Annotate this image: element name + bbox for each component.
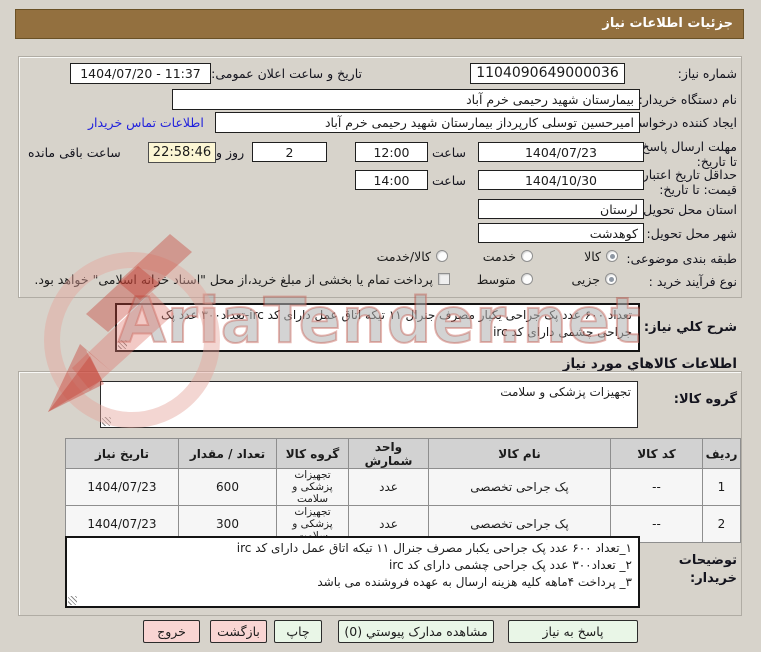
treasury-checkbox[interactable]: [438, 273, 450, 285]
radio-goods-service[interactable]: کالا/خدمت: [376, 248, 448, 264]
radio-partial[interactable]: جزیی: [571, 271, 617, 287]
back-button[interactable]: بازگشت: [210, 620, 267, 643]
goods-table-header-row: ردیف کد کالا نام کالا واحد شمارش گروه کا…: [65, 438, 741, 469]
note-line: ۳_ پرداخت ۴ماهه کلیه هزینه ارسال به عهده…: [317, 575, 632, 589]
delivery-province-label: استان محل تحویل:: [638, 202, 737, 217]
need-description-label: شرح کلي نیاز:: [643, 320, 737, 335]
cell-row-number: 1: [702, 468, 741, 506]
need-details-page: { "header": { "title": "جزئیات اطلاعات ن…: [0, 0, 761, 652]
validity-hour-label: ساعت: [432, 173, 467, 188]
goods-group-label: گروه کالا:: [673, 392, 737, 407]
table-row: 1 -- پک جراحی تخصصی عدد تجهیزات پزشکی و …: [65, 468, 741, 506]
radio-medium-icon[interactable]: [521, 273, 533, 285]
need-number-label: شماره نیاز:: [677, 66, 737, 81]
days-and-label: روز و: [216, 145, 245, 160]
classification-label: طبقه بندی موضوعی:: [626, 251, 737, 266]
radio-service-label: خدمت: [482, 248, 516, 264]
remaining-days-field[interactable]: 2: [252, 142, 327, 162]
need-description-textarea[interactable]: تعداد ۶۰۰ عدد پک جراحی یکبار مصرف جنرال …: [115, 303, 640, 352]
deadline-time-field[interactable]: 12:00: [355, 142, 428, 162]
col-quantity: تعداد / مقدار: [178, 438, 277, 469]
deadline-date-field[interactable]: 1404/07/23: [478, 142, 644, 162]
respond-to-need-button[interactable]: پاسخ به نیاز: [508, 620, 638, 643]
radio-partial-label: جزیی: [571, 271, 600, 287]
print-button[interactable]: چاپ: [274, 620, 322, 643]
treasury-checkbox-label: پرداخت تمام یا بخشی از مبلغ خرید،از محل …: [34, 271, 433, 287]
buyer-name-field[interactable]: بیمارستان شهید رحیمی خرم آباد: [172, 89, 640, 110]
deadline-hour-label: ساعت: [432, 145, 467, 160]
delivery-city-field[interactable]: کوهدشت: [478, 223, 644, 243]
page-title: جزئیات اطلاعات نیاز: [15, 9, 744, 39]
goods-group-textarea[interactable]: تجهیزات پزشکی و سلامت: [100, 381, 638, 428]
announce-datetime-field[interactable]: 1404/07/20 - 11:37: [70, 63, 211, 84]
radio-partial-icon[interactable]: [605, 273, 617, 285]
buyer-notes-textarea[interactable]: ۱_تعداد ۶۰۰ عدد پک جراحی یکبار مصرف جنرا…: [65, 536, 640, 608]
cell-group: تجهیزات پزشکی و سلامت: [276, 468, 349, 506]
note-line: ۲_ تعداد۳۰۰ عدد پک جراحی چشمی دارای کد i…: [389, 558, 632, 572]
delivery-province-field[interactable]: لرستان: [478, 199, 644, 219]
col-item-code: کد کالا: [610, 438, 703, 469]
view-attachments-button[interactable]: مشاهده مدارک پیوستي (0): [338, 620, 494, 643]
cell-quantity: 600: [178, 468, 277, 506]
goods-section-title: اطلاعات کالاهاي مورد نیاز: [562, 356, 737, 372]
buyer-contact-link[interactable]: اطلاعات تماس خریدار: [88, 115, 204, 130]
buyer-notes-label: توضیحات خریدار:: [678, 553, 737, 586]
radio-medium-label: متوسط: [476, 271, 516, 287]
validity-date-field[interactable]: 1404/10/30: [478, 170, 644, 190]
cell-item-code: --: [610, 468, 703, 506]
radio-goods-label: کالا: [584, 248, 601, 264]
exit-button[interactable]: خروج: [143, 620, 200, 643]
col-need-date: تاریخ نیاز: [65, 438, 179, 469]
buyer-name-label: نام دستگاه خریدار:: [638, 92, 737, 107]
need-number-field[interactable]: 1104090649000036: [470, 63, 625, 84]
radio-goods-icon[interactable]: [606, 250, 618, 262]
col-group: گروه کالا: [276, 438, 349, 469]
cell-row-number: 2: [702, 505, 741, 543]
col-item-name: نام کالا: [428, 438, 611, 469]
validity-time-field[interactable]: 14:00: [355, 170, 428, 190]
radio-medium[interactable]: متوسط: [476, 271, 533, 287]
response-deadline-label: مهلت ارسال پاسخ: تا تاریخ:: [637, 139, 737, 169]
request-creator-field[interactable]: امیرحسین توسلی کارپرداز بیمارستان شهید ر…: [215, 112, 640, 133]
cell-unit: عدد: [348, 468, 429, 506]
col-row-number: ردیف: [702, 438, 741, 469]
col-unit: واحد شمارش: [348, 438, 429, 469]
radio-goods-service-label: کالا/خدمت: [376, 248, 431, 264]
goods-table: ردیف کد کالا نام کالا واحد شمارش گروه کا…: [65, 438, 741, 543]
radio-goods-service-icon[interactable]: [436, 250, 448, 262]
remaining-time-badge: 22:58:46: [148, 142, 216, 163]
radio-service[interactable]: خدمت: [482, 248, 533, 264]
cell-need-date: 1404/07/23: [65, 468, 179, 506]
radio-goods[interactable]: کالا: [584, 248, 618, 264]
note-line: ۱_تعداد ۶۰۰ عدد پک جراحی یکبار مصرف جنرا…: [236, 541, 632, 555]
radio-service-icon[interactable]: [521, 250, 533, 262]
process-type-label: نوع فرآیند خرید :: [648, 274, 737, 289]
treasury-checkbox-row[interactable]: پرداخت تمام یا بخشی از مبلغ خرید،از محل …: [34, 271, 450, 287]
delivery-city-label: شهر محل تحویل:: [646, 226, 737, 241]
remaining-hours-label: ساعت باقی مانده: [28, 145, 121, 160]
cell-item-name: پک جراحی تخصصی: [428, 468, 611, 506]
announce-datetime-label: تاریخ و ساعت اعلان عمومی:: [211, 66, 362, 81]
